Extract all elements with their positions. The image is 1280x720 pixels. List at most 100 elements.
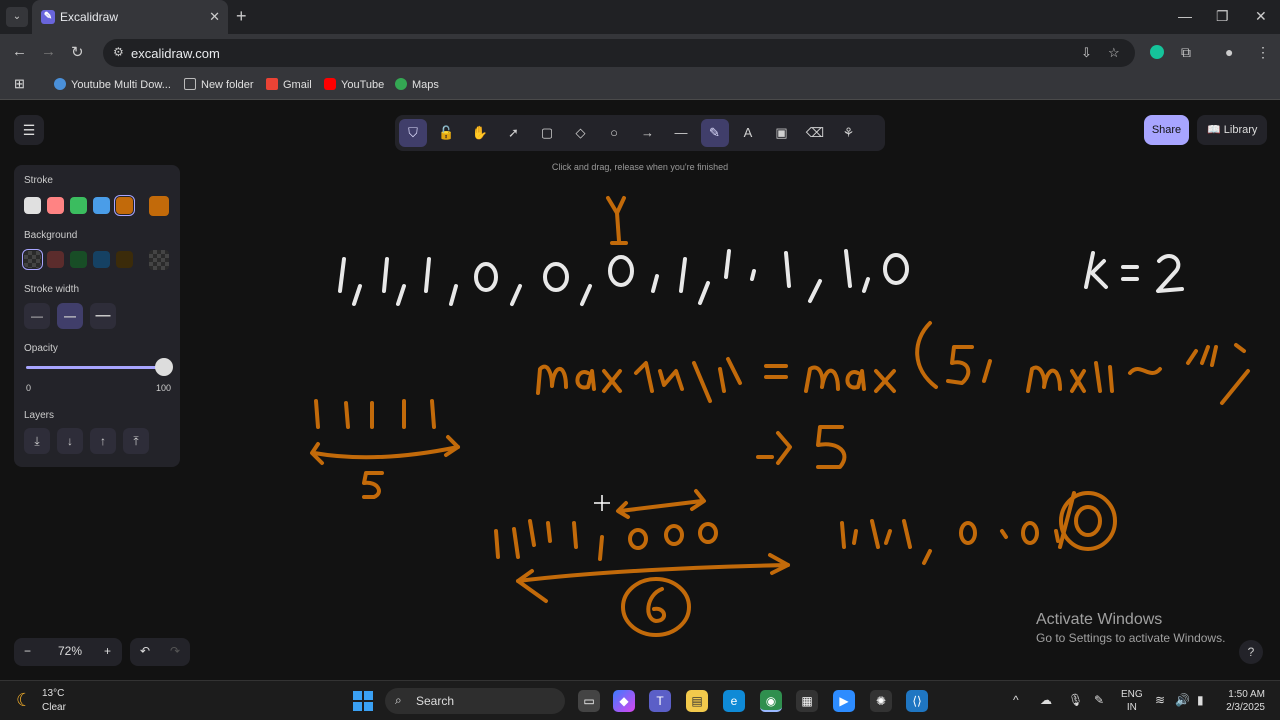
zoom-out-button[interactable]: − <box>24 644 31 658</box>
weather-temperature[interactable]: 13°C <box>42 688 64 699</box>
moon-weather-icon[interactable]: ☾ <box>16 690 32 711</box>
region-code: IN <box>1126 702 1137 713</box>
pen-icon[interactable]: ✎ <box>1094 693 1104 707</box>
current-stroke-color[interactable] <box>149 196 169 216</box>
system-clock[interactable]: 1:50 AM 2/3/2025 <box>1225 688 1265 714</box>
new-tab-button[interactable]: + <box>236 6 247 27</box>
wifi-icon[interactable]: ≋ <box>1155 693 1165 707</box>
help-button[interactable]: ? <box>1239 640 1263 664</box>
tool-text[interactable]: A <box>734 119 762 147</box>
background-swatch[interactable] <box>93 251 110 268</box>
bring-to-front-button[interactable]: ⤒ <box>123 428 149 454</box>
opacity-slider-thumb[interactable] <box>155 358 173 376</box>
apps-grid-icon[interactable]: ⊞ <box>14 76 25 92</box>
tool-image[interactable]: ▣ <box>768 119 796 147</box>
tool-line[interactable]: — <box>667 119 695 147</box>
edge-icon[interactable]: e <box>723 690 745 712</box>
bookmark-new-folder[interactable]: New folder <box>184 78 254 91</box>
chrome-icon[interactable]: ◉ <box>760 690 782 712</box>
profile-icon[interactable]: ● <box>1225 44 1233 60</box>
minimize-button[interactable]: — <box>1178 8 1192 24</box>
extensions-icon[interactable]: ⧉ <box>1181 44 1191 61</box>
stroke-width-thin[interactable]: — <box>24 303 50 329</box>
vscode-icon[interactable]: ⟨⟩ <box>906 690 928 712</box>
current-background-color[interactable] <box>149 250 169 270</box>
tool-ellipse[interactable]: ○ <box>600 119 628 147</box>
address-bar[interactable]: ⚙ excalidraw.com ⇩ ☆ <box>103 39 1135 67</box>
background-swatch[interactable] <box>70 251 87 268</box>
bookmark-youtube-multi-downloader[interactable]: Youtube Multi Dow... <box>54 78 171 91</box>
send-backward-button[interactable]: ↓ <box>57 428 83 454</box>
volume-icon[interactable]: 🔊 <box>1175 693 1190 707</box>
library-button[interactable]: 📖 Library <box>1197 115 1267 145</box>
language-indicator[interactable]: ENG IN <box>1121 688 1143 714</box>
excalidraw-canvas[interactable]: ☰ ⛉ 🔓 ✋ ➚ ▢ ◇ ○ → — ✎ A ▣ ⌫ ⚘ Click and drag, release… <box>0 101 1280 680</box>
zoom-in-button[interactable]: + <box>104 644 111 658</box>
bookmark-youtube[interactable]: YouTube <box>324 78 384 91</box>
bookmark-maps[interactable]: Maps <box>395 78 439 91</box>
zoom-app-icon[interactable]: ▶ <box>833 690 855 712</box>
undo-button[interactable]: ↶ <box>140 644 150 658</box>
zoom-level[interactable]: 72% <box>58 644 82 658</box>
tool-diamond[interactable]: ◇ <box>567 119 595 147</box>
url-text[interactable]: excalidraw.com <box>131 46 220 61</box>
teams-icon[interactable]: T <box>649 690 671 712</box>
background-swatch[interactable] <box>116 251 133 268</box>
grammarly-extension-icon[interactable] <box>1150 45 1164 59</box>
tool-rectangle[interactable]: ▢ <box>533 119 561 147</box>
background-swatch[interactable] <box>47 251 64 268</box>
tab-search-button[interactable]: ⌄ <box>6 7 28 27</box>
stroke-swatch[interactable] <box>114 195 135 216</box>
weather-condition[interactable]: Clear <box>42 702 66 713</box>
install-app-icon[interactable]: ⇩ <box>1081 45 1092 61</box>
copilot-icon[interactable]: ◆ <box>613 690 635 712</box>
tray-overflow-icon[interactable]: ^ <box>1013 693 1019 707</box>
stroke-swatch[interactable] <box>93 197 110 214</box>
close-window-button[interactable]: ✕ <box>1255 8 1267 25</box>
chrome-menu-icon[interactable]: ⋮ <box>1256 44 1270 61</box>
back-button[interactable]: ← <box>12 43 27 60</box>
stroke-swatch[interactable] <box>24 197 41 214</box>
reload-button[interactable]: ↻ <box>71 43 84 61</box>
maximize-button[interactable]: ❐ <box>1216 8 1229 25</box>
stroke-label: Stroke <box>24 175 53 186</box>
bookmarks-bar: ⊞ Youtube Multi Dow... New folder Gmail … <box>0 71 1280 100</box>
tool-lock[interactable]: 🔓 <box>433 119 461 147</box>
share-button[interactable]: Share <box>1144 115 1189 145</box>
stroke-width-bold[interactable]: — <box>57 303 83 329</box>
main-menu-button[interactable]: ☰ <box>14 115 44 145</box>
stroke-swatch[interactable] <box>47 197 64 214</box>
chatgpt-icon[interactable]: ✺ <box>870 690 892 712</box>
task-view-icon[interactable]: ▭ <box>578 690 600 712</box>
clock-time: 1:50 AM <box>1228 689 1265 700</box>
tray-app-icon[interactable]: ☁ <box>1040 693 1052 707</box>
site-info-icon[interactable]: ⚙ <box>113 45 124 59</box>
tool-hint: Click and drag, release when you're fini… <box>551 162 729 172</box>
bookmark-gmail[interactable]: Gmail <box>266 78 312 91</box>
taskbar-search[interactable]: ⌕ Search <box>385 688 565 714</box>
microphone-icon[interactable]: 🎙 <box>1068 693 1083 707</box>
tool-arrow[interactable]: → <box>634 119 662 147</box>
opacity-slider-track[interactable] <box>26 366 164 369</box>
tab-close-icon[interactable]: ✕ <box>209 9 220 25</box>
tool-more[interactable]: ⚘ <box>835 119 863 147</box>
bookmark-star-icon[interactable]: ☆ <box>1108 45 1120 61</box>
bring-forward-button[interactable]: ↑ <box>90 428 116 454</box>
file-explorer-icon[interactable]: ▤ <box>686 690 708 712</box>
stroke-swatch[interactable] <box>70 197 87 214</box>
battery-icon[interactable]: ▮ <box>1197 693 1204 707</box>
browser-tab[interactable]: ✎ Excalidraw ✕ <box>32 0 228 34</box>
tool-selection[interactable]: ➚ <box>500 119 528 147</box>
tool-hand[interactable]: ✋ <box>466 119 494 147</box>
tool-eraser[interactable]: ⌫ <box>801 119 829 147</box>
redo-button[interactable]: ↷ <box>170 644 180 658</box>
start-button[interactable] <box>353 691 373 711</box>
send-to-back-button[interactable]: ⤓ <box>24 428 50 454</box>
forward-button[interactable]: → <box>41 43 56 60</box>
background-swatch[interactable] <box>22 249 43 270</box>
stroke-width-extra-bold[interactable]: — <box>90 303 116 329</box>
microsoft-store-icon[interactable]: ▦ <box>796 690 818 712</box>
zoom-controls: − 72% + <box>14 638 122 666</box>
tool-keep-active[interactable]: ⛉ <box>399 119 427 147</box>
tool-draw[interactable]: ✎ <box>700 119 729 147</box>
